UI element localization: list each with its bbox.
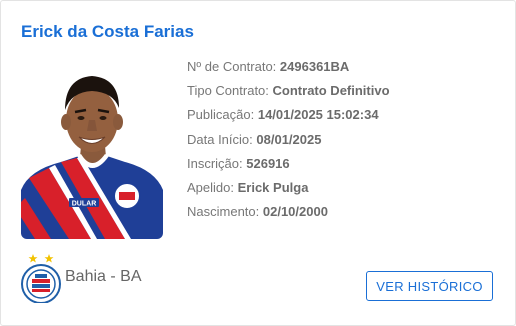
detail-label: Apelido:	[187, 179, 234, 195]
detail-label: Data Início:	[187, 131, 253, 147]
detail-value: 526916	[246, 155, 290, 171]
detail-row-registration: Inscrição: 526916	[187, 152, 390, 176]
detail-row-birth-date: Nascimento: 02/10/2000	[187, 200, 390, 224]
detail-label: Nascimento:	[187, 204, 260, 220]
detail-row-start-date: Data Início: 08/01/2025	[187, 128, 390, 152]
detail-label: Publicação:	[187, 107, 255, 123]
detail-value: 02/10/2000	[262, 204, 328, 220]
detail-label: Tipo Contrato:	[187, 83, 269, 99]
player-name: Erick da Costa Farias	[21, 22, 194, 41]
detail-value: Erick Pulga	[237, 179, 309, 195]
detail-value: 08/01/2025	[256, 131, 322, 147]
detail-value: Contrato Definitivo	[272, 83, 390, 99]
contract-details: Nº de Contrato: 2496361BA Tipo Contrato:…	[187, 55, 390, 224]
detail-label: Inscrição:	[187, 155, 243, 171]
club-name: Bahia - BA	[65, 268, 142, 285]
player-contract-card: Erick da Costa Farias DULAR Nº de Contra…	[0, 0, 516, 326]
player-photo-illustration: DULAR	[21, 58, 163, 239]
detail-row-contract-number: Nº de Contrato: 2496361BA	[187, 55, 390, 79]
detail-row-publication: Publicação: 14/01/2025 15:02:34	[187, 103, 390, 127]
detail-value: 2496361BA	[279, 59, 350, 74]
player-photo: DULAR	[21, 58, 163, 239]
svg-text:DULAR: DULAR	[72, 201, 97, 208]
bahia-crest-icon	[21, 254, 61, 303]
view-history-button[interactable]: VER HISTÓRICO	[366, 271, 493, 301]
detail-value: 14/01/2025 15:02:34	[257, 107, 379, 123]
detail-label: Nº de Contrato:	[187, 59, 277, 74]
detail-row-contract-type: Tipo Contrato: Contrato Definitivo	[187, 79, 390, 103]
detail-row-nickname: Apelido: Erick Pulga	[187, 176, 390, 200]
